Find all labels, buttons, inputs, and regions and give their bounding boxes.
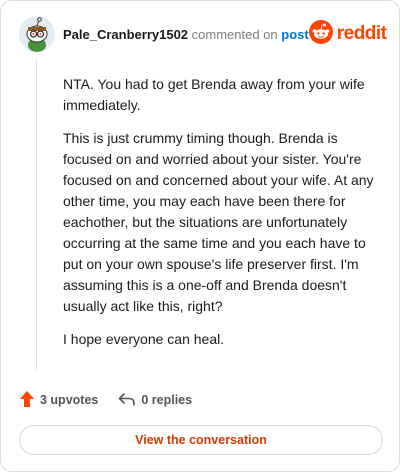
post-link[interactable]: post [281, 27, 308, 42]
comment-body: NTA. You had to get Brenda away from you… [63, 74, 389, 362]
username[interactable]: Pale_Cranberry1502 [63, 27, 188, 42]
thread-line [36, 59, 37, 371]
comment-header: Pale_Cranberry1502 commented on post red… [19, 15, 387, 53]
comment-paragraph: This is just crummy timing though. Brend… [63, 130, 374, 314]
upvotes-count: 3 upvotes [40, 393, 99, 407]
comment-meta: Pale_Cranberry1502 commented on post [63, 27, 309, 42]
upvote-arrow-icon [19, 390, 35, 411]
upvote-button[interactable]: 3 upvotes [19, 390, 98, 411]
reddit-wordmark: reddit [336, 23, 387, 44]
comment-actions: 3 upvotes 0 replies [19, 389, 192, 411]
comment-paragraph: NTA. You had to get Brenda away from you… [63, 76, 365, 113]
reddit-logo[interactable]: reddit [308, 19, 387, 49]
commented-on-text: commented on [191, 26, 278, 42]
reddit-snoo-icon [308, 19, 333, 49]
reply-arrow-icon [118, 391, 136, 410]
replies-button[interactable]: 0 replies [118, 391, 192, 410]
replies-count: 0 replies [141, 393, 193, 407]
comment-paragraph: I hope everyone can heal. [63, 331, 225, 347]
embedded-comment-card: Pale_Cranberry1502 commented on post red… [0, 0, 400, 472]
view-conversation-button[interactable]: View the conversation [19, 425, 383, 455]
snoo-avatar-icon[interactable] [19, 16, 55, 52]
